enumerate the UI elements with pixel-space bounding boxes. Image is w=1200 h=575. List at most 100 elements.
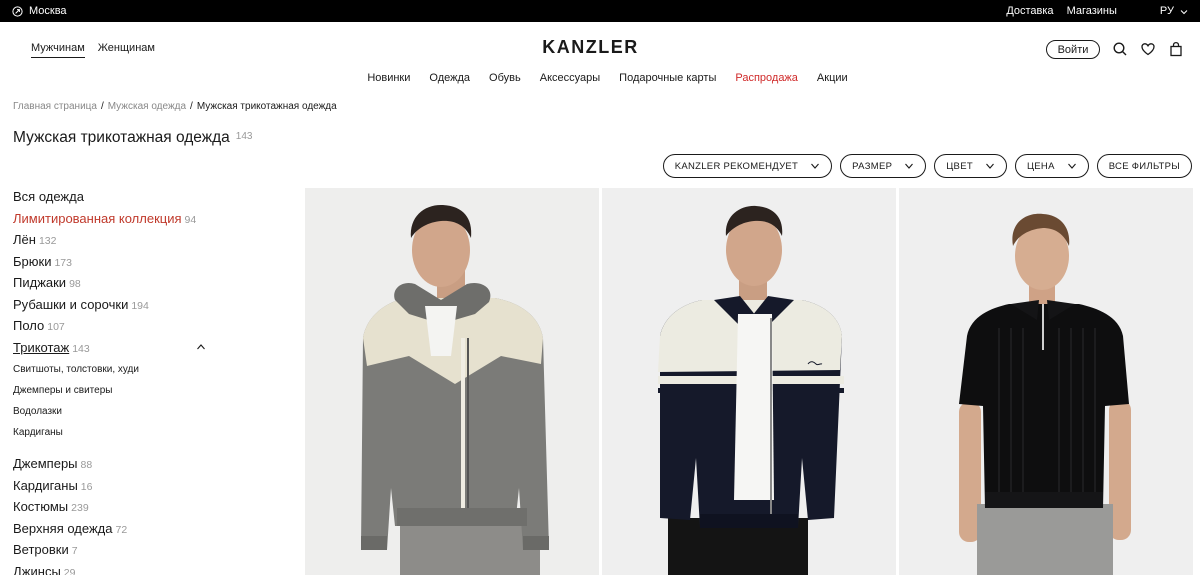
top-bar: Москва Доставка Магазины РУ (0, 0, 1200, 22)
category-label: Рубашки и сорочки (13, 296, 129, 312)
gender-tabs: Мужчинам Женщинам (31, 42, 155, 58)
breadcrumb-separator: / (100, 101, 104, 112)
nav-gift-cards[interactable]: Подарочные карты (619, 72, 716, 84)
page-title: Мужская трикотажная одежда (13, 129, 230, 146)
category-windbreakers[interactable]: Ветровки 7 (13, 542, 213, 564)
category-sidebar: Вся одежда Лимитированная коллекция 94 Лё… (13, 189, 213, 575)
filter-label: ЦЕНА (1026, 160, 1055, 172)
category-limited[interactable]: Лимитированная коллекция 94 (13, 211, 213, 233)
category-count: 7 (71, 545, 78, 557)
category-count: 88 (80, 459, 93, 471)
subcategory-cardigans[interactable]: Кардиганы (13, 426, 213, 447)
category-label: Лимитированная коллекция (13, 210, 182, 226)
category-count: 143 (72, 342, 90, 355)
category-jackets[interactable]: Пиджаки 98 (13, 275, 213, 297)
category-trousers[interactable]: Брюки 173 (13, 254, 213, 276)
category-label: Джемперы (13, 456, 78, 471)
category-polo[interactable]: Поло 107 (13, 318, 213, 340)
breadcrumb: Главная страница / Мужская одежда / Мужс… (13, 101, 337, 112)
category-label: Пиджаки (13, 275, 67, 290)
nav-new[interactable]: Новинки (367, 72, 410, 84)
chevron-down-icon (1067, 163, 1076, 169)
product-grid (305, 188, 1193, 575)
category-count: 94 (184, 213, 197, 226)
category-jeans[interactable]: Джинсы 29 (13, 564, 213, 575)
category-outerwear[interactable]: Верхняя одежда 72 (13, 521, 213, 543)
login-button[interactable]: Войти (1046, 40, 1100, 59)
category-suits[interactable]: Костюмы 239 (13, 499, 213, 521)
filter-size[interactable]: РАЗМЕР (840, 154, 927, 178)
main-nav: Новинки Одежда Обувь Аксессуары Подарочн… (0, 72, 1200, 84)
bag-icon[interactable] (1168, 41, 1184, 57)
category-label: Трикотаж (13, 339, 70, 355)
filter-price[interactable]: ЦЕНА (1014, 154, 1089, 178)
nav-clothing[interactable]: Одежда (429, 72, 470, 84)
chevron-down-icon (1180, 7, 1188, 15)
breadcrumb-home[interactable]: Главная страница (13, 101, 97, 112)
subcategory-sweatshirts[interactable]: Свитшоты, толстовки, худи (13, 363, 213, 384)
product-card[interactable] (899, 188, 1193, 575)
page-title-wrap: Мужская трикотажная одежда 143 (13, 129, 252, 147)
chevron-down-icon (986, 163, 994, 169)
category-count: 173 (54, 256, 72, 269)
location-icon (12, 5, 23, 17)
filter-recommend[interactable]: KANZLER РЕКОМЕНДУЕТ (662, 154, 833, 178)
breadcrumb-current: Мужская трикотажная одежда (196, 101, 337, 112)
filter-label: ВСЕ ФИЛЬТРЫ (1108, 160, 1180, 172)
category-count: 72 (115, 523, 128, 536)
category-label: Верхняя одежда (13, 520, 113, 536)
category-count: 194 (131, 299, 149, 312)
category-count: 239 (71, 502, 89, 514)
search-icon[interactable] (1112, 41, 1128, 57)
city-label: Москва (29, 5, 67, 17)
heart-icon[interactable] (1140, 41, 1156, 57)
breadcrumb-men[interactable]: Мужская одежда (108, 101, 186, 112)
product-image (602, 188, 896, 575)
filter-label: ЦВЕТ (946, 160, 973, 172)
delivery-link[interactable]: Доставка (1006, 5, 1053, 17)
subcategory-turtlenecks[interactable]: Водолазки (13, 405, 213, 426)
product-card[interactable] (305, 188, 599, 575)
tab-men[interactable]: Мужчинам (31, 42, 85, 58)
subcategory-jumpers[interactable]: Джемперы и свитеры (13, 384, 213, 405)
nav-promotions[interactable]: Акции (817, 72, 848, 84)
product-image (305, 188, 599, 575)
category-count: 16 (80, 480, 93, 493)
city-selector[interactable]: Москва (12, 0, 67, 22)
chevron-down-icon (905, 163, 914, 169)
product-image (899, 188, 1193, 575)
category-label: Лён (13, 232, 36, 247)
filter-label: РАЗМЕР (852, 160, 893, 172)
nav-shoes[interactable]: Обувь (489, 72, 521, 84)
filter-color[interactable]: ЦВЕТ (934, 154, 1007, 178)
category-count: 29 (63, 566, 76, 575)
category-count: 107 (47, 321, 65, 333)
category-label: Поло (13, 318, 45, 333)
category-label: Вся одежда (13, 189, 84, 204)
nav-sale[interactable]: Распродажа (735, 72, 798, 84)
tab-women[interactable]: Женщинам (98, 42, 155, 58)
product-card[interactable] (602, 188, 896, 575)
category-label: Кардиганы (13, 477, 78, 493)
category-jumpers[interactable]: Джемперы 88 (13, 456, 213, 478)
category-label: Джинсы (13, 563, 61, 575)
logo[interactable]: KANZLER (0, 37, 1181, 58)
category-knitwear[interactable]: Трикотаж 143 (13, 340, 213, 362)
product-count: 143 (235, 131, 253, 142)
filter-label: KANZLER РЕКОМЕНДУЕТ (674, 160, 799, 172)
filter-all[interactable]: ВСЕ ФИЛЬТРЫ (1096, 154, 1192, 178)
category-count: 98 (69, 278, 81, 290)
chevron-up-icon[interactable] (196, 342, 206, 352)
category-shirts[interactable]: Рубашки и сорочки 194 (13, 297, 213, 319)
category-all[interactable]: Вся одежда (13, 189, 213, 211)
category-linen[interactable]: Лён 132 (13, 232, 213, 254)
category-cardigans[interactable]: Кардиганы 16 (13, 478, 213, 500)
nav-accessories[interactable]: Аксессуары (540, 72, 600, 84)
filter-bar: KANZLER РЕКОМЕНДУЕТ РАЗМЕР ЦВЕТ ЦЕНА ВСЕ… (662, 154, 1192, 178)
language-selector[interactable]: РУ (1160, 5, 1188, 17)
chevron-down-icon (811, 163, 820, 169)
category-count: 132 (38, 235, 57, 247)
language-label: РУ (1159, 5, 1174, 17)
category-label: Брюки (13, 253, 52, 269)
stores-link[interactable]: Магазины (1067, 5, 1117, 17)
